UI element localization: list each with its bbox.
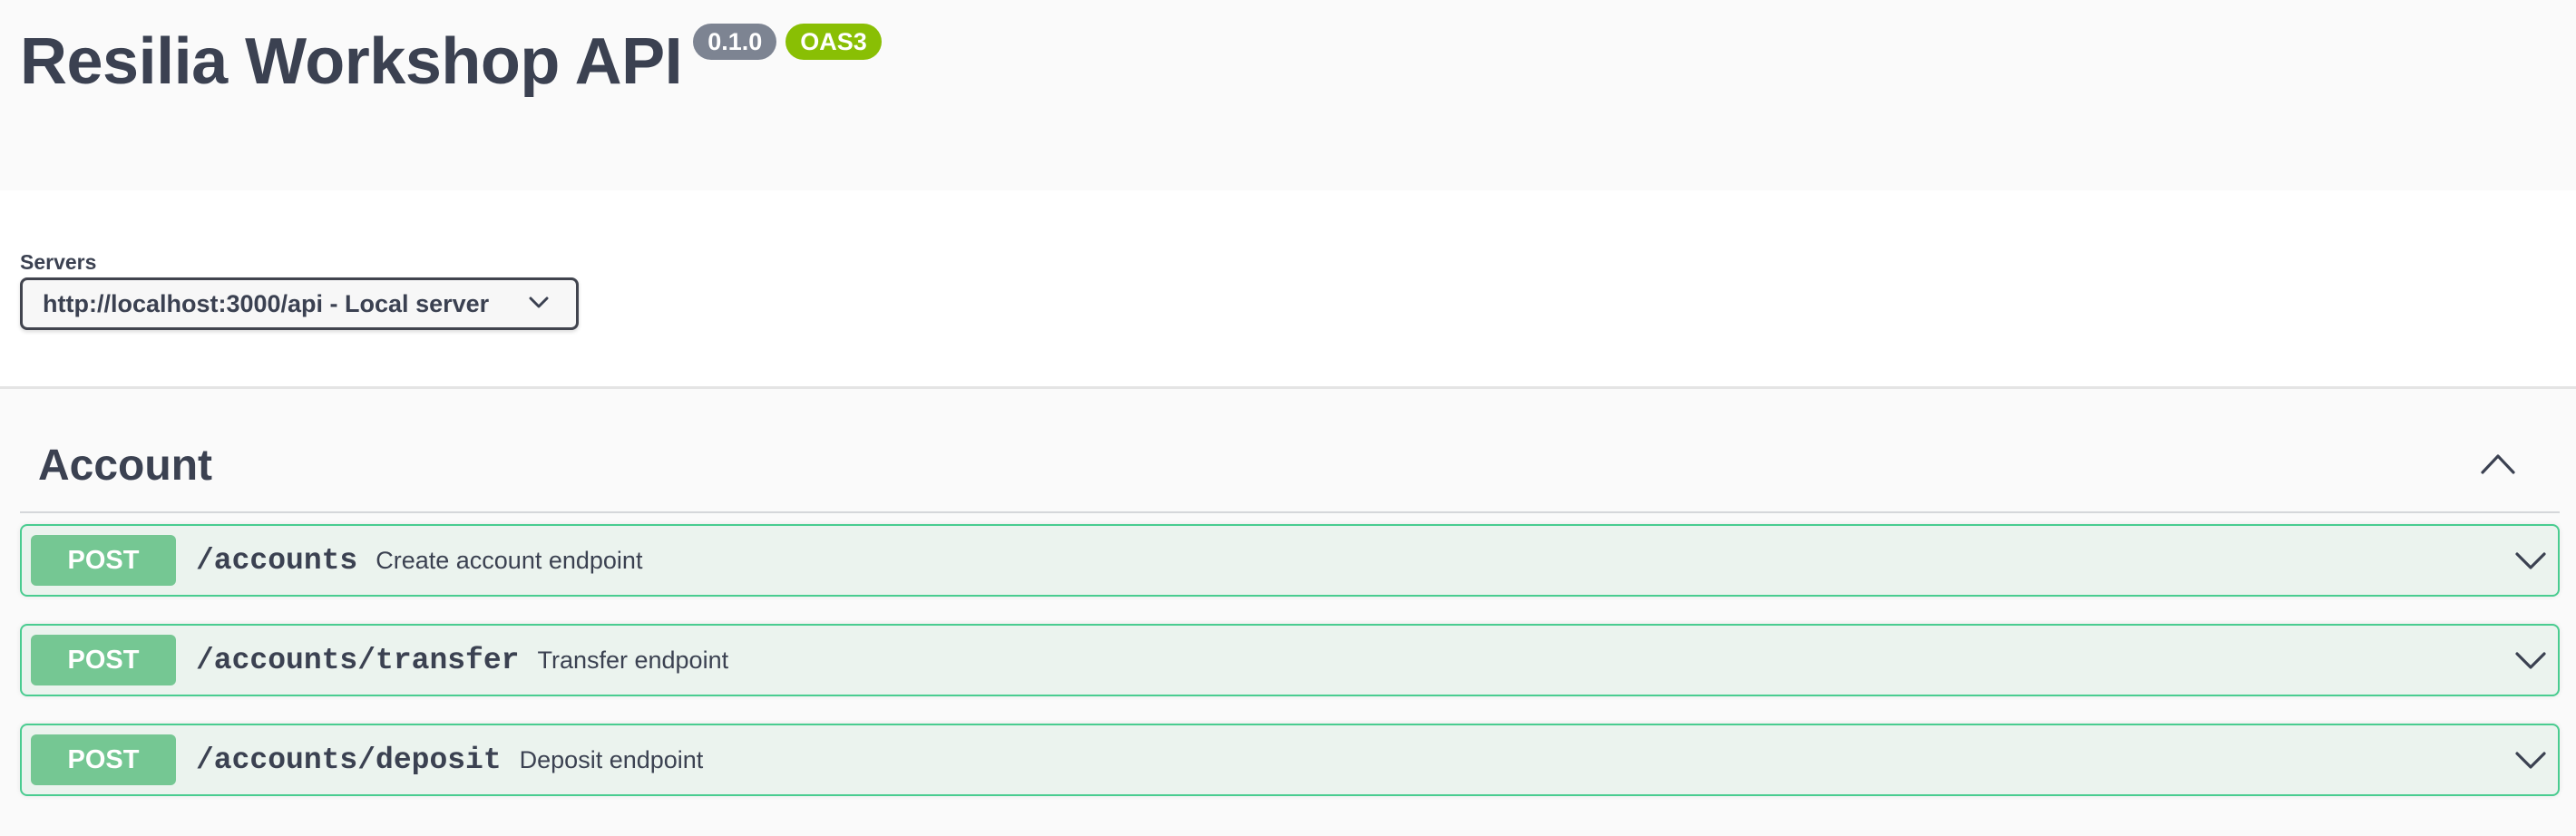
tag-title: Account (38, 441, 212, 490)
chevron-down-icon[interactable] (2514, 551, 2547, 571)
servers-select[interactable]: http://localhost:3000/api - Local server (20, 277, 579, 330)
operation-summary: Create account endpoint (376, 546, 643, 574)
opblock-post-accounts-deposit[interactable]: POST /accounts/deposit Deposit endpoint (20, 724, 2560, 796)
servers-selected-value: http://localhost:3000/api - Local server (43, 289, 490, 317)
info-header: Resilia Workshop API 0.1.0 OAS3 (0, 0, 2576, 190)
operation-summary: Transfer endpoint (537, 646, 729, 674)
tag-section-account: Account POST /accounts Create account en… (20, 419, 2560, 796)
servers-section: Servers http://localhost:3000/api - Loca… (0, 190, 2576, 389)
method-badge: POST (31, 734, 176, 785)
method-badge: POST (31, 635, 176, 685)
servers-label: Servers (20, 250, 97, 274)
opblock-post-accounts-transfer[interactable]: POST /accounts/transfer Transfer endpoin… (20, 624, 2560, 696)
tag-header[interactable]: Account (20, 419, 2560, 513)
chevron-up-icon[interactable] (2480, 452, 2516, 475)
api-title: Resilia Workshop API (20, 25, 683, 98)
oas-badge: OAS3 (785, 24, 882, 60)
chevron-down-icon (529, 296, 549, 308)
operation-summary: Deposit endpoint (519, 745, 704, 773)
version-badge: 0.1.0 (693, 24, 777, 60)
operation-path: /accounts/transfer (196, 643, 520, 677)
title-row: Resilia Workshop API 0.1.0 OAS3 (20, 16, 882, 107)
method-badge: POST (31, 535, 176, 586)
operation-path: /accounts/deposit (196, 743, 502, 777)
opblock-post-accounts[interactable]: POST /accounts Create account endpoint (20, 524, 2560, 597)
chevron-down-icon[interactable] (2514, 751, 2547, 771)
operation-path: /accounts (196, 543, 358, 578)
chevron-down-icon[interactable] (2514, 651, 2547, 671)
